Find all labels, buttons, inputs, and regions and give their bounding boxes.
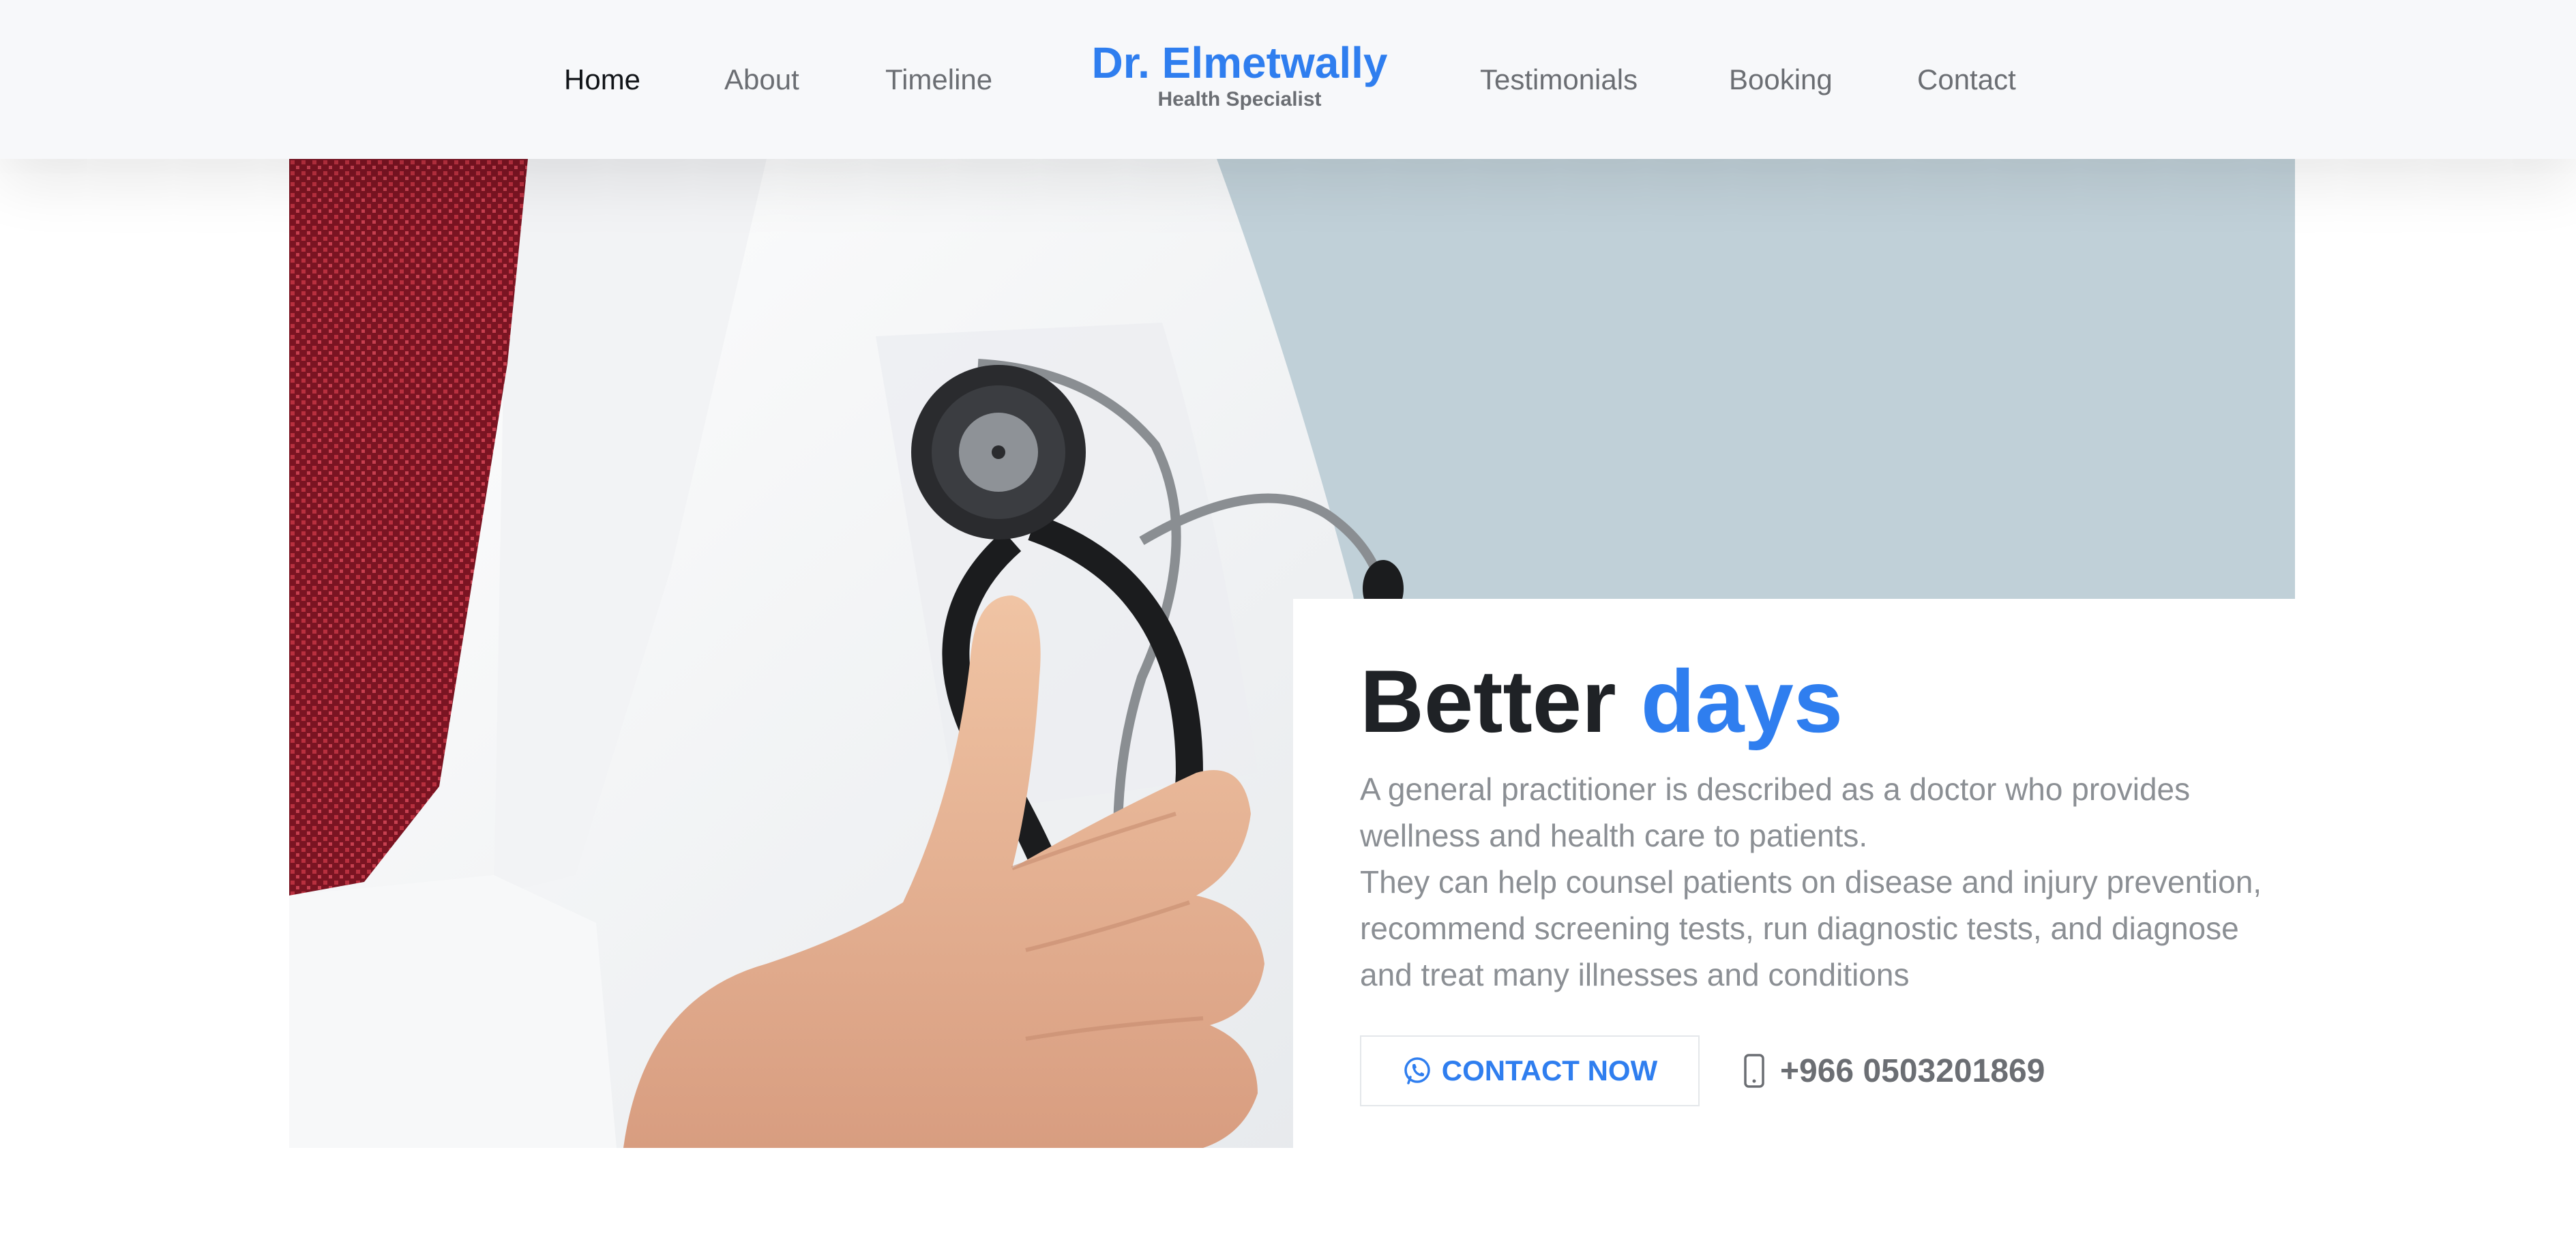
hero-heading: Better days bbox=[1360, 650, 1843, 752]
whatsapp-icon bbox=[1404, 1057, 1430, 1084]
hero-paragraph-1: A general practitioner is described as a… bbox=[1360, 771, 2191, 853]
hero-text-card: Better days A general practitioner is de… bbox=[1293, 599, 2296, 1148]
phone-number-text: +966 0503201869 bbox=[1780, 1052, 2045, 1089]
phone-number[interactable]: +966 0503201869 bbox=[1743, 1035, 2045, 1106]
nav-link-testimonials[interactable]: Testimonials bbox=[1480, 61, 1638, 98]
header-navbar: Home About Timeline Dr. Elmetwally Healt… bbox=[0, 0, 2576, 159]
mobile-phone-icon bbox=[1744, 1054, 1764, 1088]
contact-now-button[interactable]: CONTACT NOW bbox=[1360, 1035, 1700, 1106]
brand-name: Dr. Elmetwally bbox=[1091, 38, 1388, 87]
hero-description: A general practitioner is described as a… bbox=[1360, 766, 2267, 998]
hero-heading-main: Better bbox=[1360, 651, 1616, 751]
nav-link-about[interactable]: About bbox=[724, 61, 799, 98]
brand-logo[interactable]: Dr. Elmetwally Health Specialist bbox=[1091, 35, 1388, 112]
contact-now-label: CONTACT NOW bbox=[1441, 1054, 1658, 1087]
hero-paragraph-2: They can help counsel patients on diseas… bbox=[1360, 864, 2262, 992]
brand-subtitle: Health Specialist bbox=[1157, 88, 1322, 110]
nav-link-timeline[interactable]: Timeline bbox=[885, 61, 992, 98]
nav-link-contact[interactable]: Contact bbox=[1917, 61, 2016, 98]
nav-link-booking[interactable]: Booking bbox=[1729, 61, 1833, 98]
hero-heading-accent: days bbox=[1640, 651, 1844, 751]
nav-link-home[interactable]: Home bbox=[564, 61, 640, 98]
